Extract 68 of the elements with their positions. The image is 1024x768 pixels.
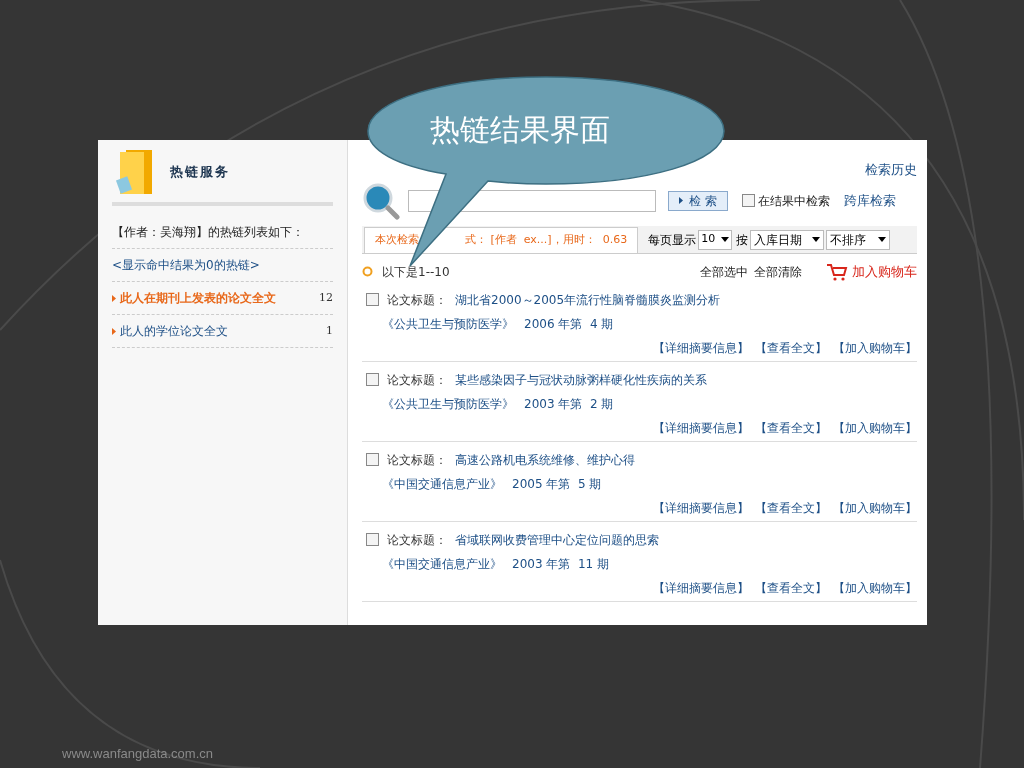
caret-icon [878, 237, 887, 242]
paper-title-link[interactable]: 湖北省2000～2005年流行性脑脊髓膜炎监测分析 [455, 290, 721, 309]
search-button[interactable]: 检 索 [668, 190, 728, 211]
journal-link[interactable]: 《中国交通信息产业》 [382, 474, 502, 493]
item-count: 12 [319, 289, 333, 306]
paper-title-link[interactable]: 省域联网收费管理中心定位问题的思索 [455, 530, 659, 549]
action-link[interactable]: 【加入购物车】 [833, 578, 917, 597]
arrow-icon [679, 197, 683, 204]
caret-icon [812, 237, 821, 242]
footer-url: www.wanfangdata.com.cn [62, 745, 214, 763]
arrow-icon [112, 327, 116, 335]
callout-text: 热链结果界面 [430, 111, 610, 149]
journal-link[interactable]: 《公共卫生与预防医学》 [382, 314, 514, 333]
checkbox[interactable] [366, 533, 379, 546]
clear-all-link[interactable]: 全部清除 [754, 262, 802, 281]
action-link[interactable]: 【详细摘要信息】 [653, 338, 749, 357]
caret-icon [721, 237, 730, 242]
per-page-label: 每页显示 [648, 231, 697, 249]
action-link[interactable]: 【详细摘要信息】 [653, 498, 749, 517]
title-label: 论文标题： [387, 531, 447, 549]
arrow-icon [112, 294, 116, 302]
sidebar-item[interactable]: 此人的学位论文全文 1 [112, 315, 333, 348]
sort-order-select[interactable]: 不排序 [826, 229, 891, 250]
action-link[interactable]: 【查看全文】 [755, 338, 827, 357]
issue-text: 2003 年第 2 期 [524, 395, 614, 413]
action-link[interactable]: 【加入购物车】 [833, 498, 917, 517]
journal-link[interactable]: 《公共卫生与预防医学》 [382, 394, 514, 413]
title-label: 论文标题： [387, 371, 447, 389]
action-link[interactable]: 【查看全文】 [755, 418, 827, 437]
sidebar-item[interactable]: 此人在期刊上发表的论文全文 12 [112, 282, 333, 315]
sidebar-title: 热链服务 [170, 163, 230, 182]
cart-icon [826, 262, 848, 281]
journal-link[interactable]: 《中国交通信息产业》 [382, 554, 502, 573]
action-link[interactable]: 【加入购物车】 [833, 338, 917, 357]
action-link[interactable]: 【加入购物车】 [833, 418, 917, 437]
add-cart-link[interactable]: 加入购物车 [852, 261, 917, 282]
action-link[interactable]: 【详细摘要信息】 [653, 418, 749, 437]
action-link[interactable]: 【查看全文】 [755, 498, 827, 517]
sidebar-item-label: 此人在期刊上发表的论文全文 [120, 290, 277, 307]
circle-icon [362, 266, 373, 277]
paper-title-link[interactable]: 高速公路机电系统维修、维护心得 [455, 450, 635, 469]
issue-text: 2003 年第 11 期 [512, 555, 610, 573]
sidebar-item-label: 此人的学位论文全文 [120, 323, 229, 340]
checkbox[interactable] [366, 453, 379, 466]
query-tab-lead: 本次检索 [375, 231, 419, 248]
action-link[interactable]: 【详细摘要信息】 [653, 578, 749, 597]
sort-field-select[interactable]: 入库日期 [750, 229, 825, 250]
result-range: 以下是1--10 [382, 263, 450, 281]
cross-search-link[interactable]: 跨库检索 [843, 190, 896, 211]
paper-title-link[interactable]: 某些感染因子与冠状动脉粥样硬化性疾病的关系 [455, 370, 707, 389]
search-icon [362, 181, 400, 220]
history-link[interactable]: 检索历史 [865, 160, 917, 180]
select-all-link[interactable]: 全部选中 [700, 262, 748, 281]
sort-label: 按 [736, 231, 749, 249]
checkbox[interactable] [366, 293, 379, 306]
issue-text: 2006 年第 4 期 [524, 315, 614, 333]
query-tab-text: 式： [作者 ex...]，用时： 0.63 [465, 231, 628, 248]
title-label: 论文标题： [387, 291, 447, 309]
checkbox-label: 在结果中检索 [757, 192, 830, 210]
sidebar-heading: 【作者：吴海翔】的热链列表如下： [112, 225, 304, 239]
title-label: 论文标题： [387, 451, 447, 469]
per-page-select[interactable]: 10 [698, 229, 733, 250]
issue-text: 2005 年第 5 期 [512, 475, 602, 493]
zero-hit-link[interactable]: <显示命中结果为0的热链> [112, 258, 260, 272]
checkbox[interactable] [741, 194, 755, 207]
item-count: 1 [326, 322, 333, 339]
action-link[interactable]: 【查看全文】 [755, 578, 827, 597]
checkbox[interactable] [366, 373, 379, 386]
